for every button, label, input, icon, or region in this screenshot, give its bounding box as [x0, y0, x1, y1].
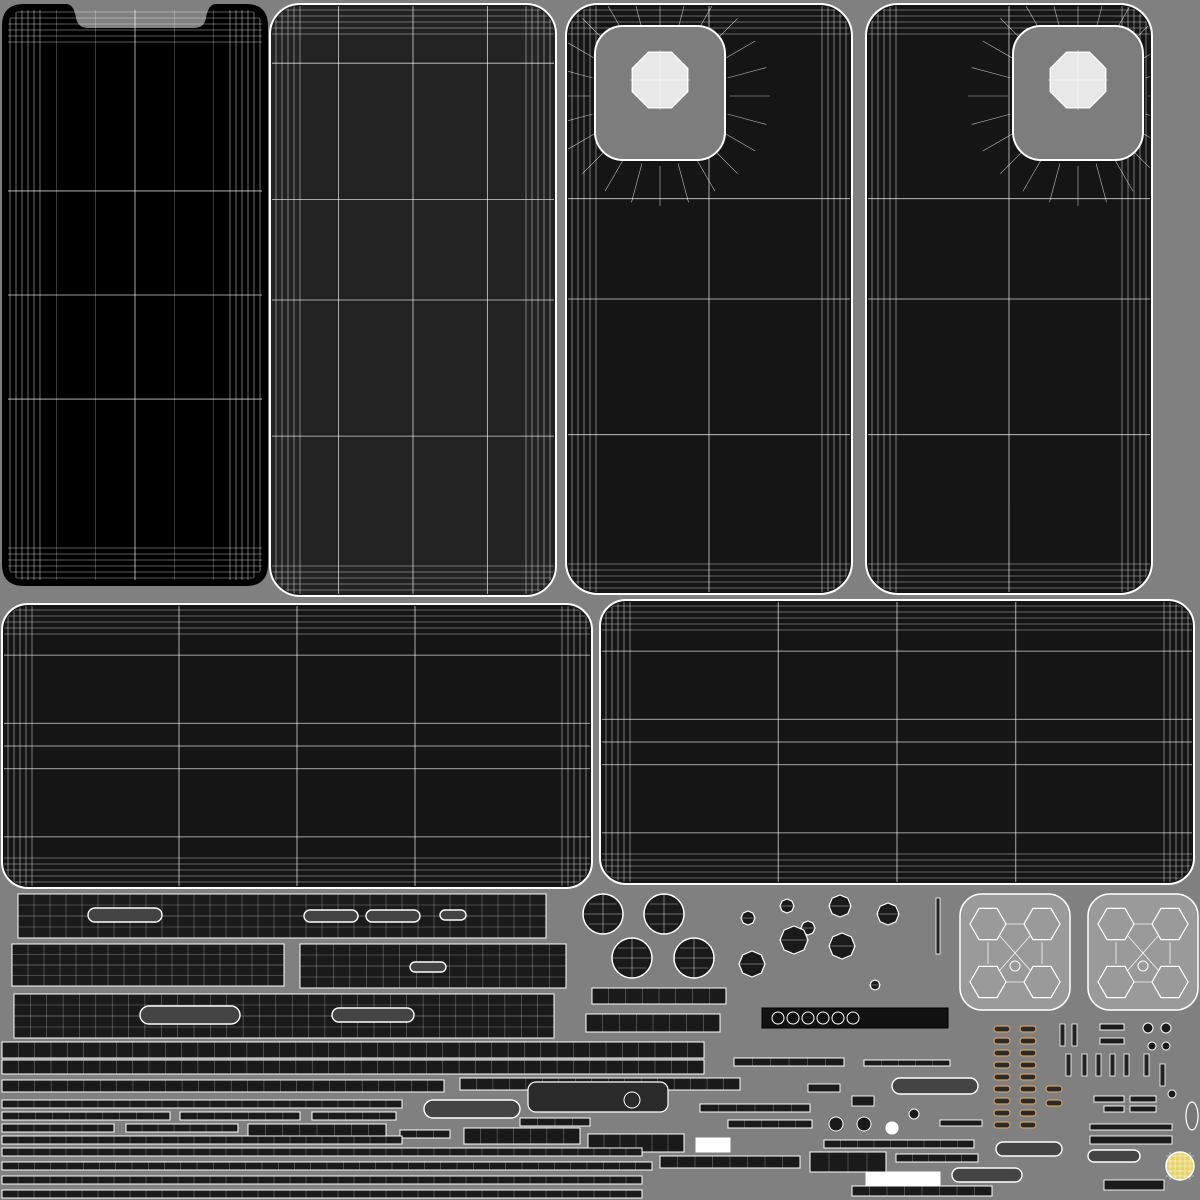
small-part	[1103, 1179, 1165, 1191]
accent-pill	[993, 1037, 1011, 1045]
thin-pin	[1081, 1053, 1088, 1077]
uv-strip	[1, 1079, 445, 1093]
camera-bump-island-left	[959, 893, 1071, 1011]
accent-pill	[993, 1121, 1011, 1129]
uv-strip	[1, 1099, 403, 1109]
oval-part	[1185, 1101, 1199, 1131]
small-part	[851, 1095, 875, 1107]
accent-pill	[1019, 1049, 1037, 1057]
thin-pin	[1159, 1063, 1166, 1087]
accent-pill	[993, 1085, 1011, 1093]
uv-strip	[179, 1111, 301, 1121]
camera-bump-island-right	[1087, 893, 1199, 1011]
uv-strip	[399, 1129, 451, 1139]
back-panel-camera-island-right	[865, 3, 1153, 595]
side-frame-island-left	[1, 603, 593, 889]
accent-pill	[1019, 1097, 1037, 1105]
side-frame-island-right	[599, 599, 1195, 885]
small-part	[1129, 1105, 1157, 1113]
uv-strip	[823, 1139, 975, 1149]
small-part	[1103, 1105, 1125, 1113]
accent-pill	[1019, 1073, 1037, 1081]
uv-strip	[1, 1123, 115, 1133]
small-circle	[908, 1108, 920, 1120]
uv-strip	[1, 1059, 705, 1075]
white-patch	[695, 1137, 731, 1153]
small-part	[1089, 1123, 1173, 1131]
button-pill	[891, 1077, 979, 1095]
accent-pill	[1045, 1085, 1063, 1093]
button-pill	[139, 1005, 241, 1025]
small-circle	[1142, 1022, 1154, 1034]
uv-strip	[125, 1123, 239, 1133]
back-glass-island	[269, 3, 557, 597]
button-pill	[995, 1141, 1063, 1157]
button-pill	[439, 909, 467, 921]
small-circle	[1160, 1022, 1172, 1034]
thin-pin	[1109, 1053, 1116, 1077]
thin-pin	[935, 897, 941, 955]
accent-pill	[1045, 1099, 1063, 1107]
small-circle	[828, 1116, 844, 1132]
small-part	[1099, 1023, 1125, 1031]
button-pill	[303, 909, 359, 923]
small-part	[939, 1119, 983, 1127]
thin-pin	[1065, 1053, 1072, 1077]
back-panel-camera-island-left	[565, 3, 853, 595]
accent-pill	[993, 1109, 1011, 1117]
uv-strip	[895, 1153, 979, 1163]
small-part	[1093, 1095, 1125, 1103]
white-patch	[865, 1171, 941, 1187]
button-pill	[87, 907, 163, 923]
uv-strip	[727, 1119, 813, 1129]
button-pill	[951, 1167, 1023, 1183]
front-screen-island	[2, 4, 268, 586]
thin-pin	[1071, 1023, 1078, 1047]
small-part	[1099, 1037, 1125, 1045]
thin-pin	[1059, 1023, 1066, 1047]
button-pill	[1087, 1149, 1141, 1163]
small-circle	[1161, 1041, 1171, 1051]
accent-pill	[1019, 1025, 1037, 1033]
small-part	[1089, 1135, 1173, 1145]
accent-pill	[1019, 1085, 1037, 1093]
accent-pill	[993, 1025, 1011, 1033]
small-part	[1129, 1095, 1157, 1103]
lens-bracket	[527, 1081, 669, 1113]
uv-strip	[463, 1127, 581, 1145]
accent-pill	[993, 1061, 1011, 1069]
button-pill	[423, 1099, 521, 1119]
grille-bar	[761, 1007, 949, 1029]
button-pill	[331, 1007, 415, 1023]
button-pill	[409, 961, 447, 973]
uv-strip	[1, 1135, 403, 1145]
small-circle	[1167, 1089, 1177, 1099]
white-dot	[885, 1121, 899, 1135]
small-circle	[856, 1116, 872, 1132]
accent-pill	[1019, 1037, 1037, 1045]
thin-pin	[1095, 1053, 1102, 1077]
accent-pill	[993, 1049, 1011, 1057]
button-pill	[365, 909, 421, 923]
accent-pill	[1019, 1109, 1037, 1117]
accent-pill	[993, 1097, 1011, 1105]
accent-pill	[993, 1073, 1011, 1081]
uv-layout-canvas	[0, 0, 1200, 1200]
uv-strip	[863, 1059, 951, 1067]
accent-pill	[1019, 1121, 1037, 1129]
small-part	[807, 1083, 841, 1093]
small-circle	[1147, 1041, 1157, 1051]
thin-pin	[1123, 1053, 1130, 1077]
uv-strip	[311, 1111, 397, 1121]
thin-pin	[1143, 1053, 1150, 1077]
uv-strip	[1, 1041, 705, 1059]
accent-pill	[1019, 1061, 1037, 1069]
